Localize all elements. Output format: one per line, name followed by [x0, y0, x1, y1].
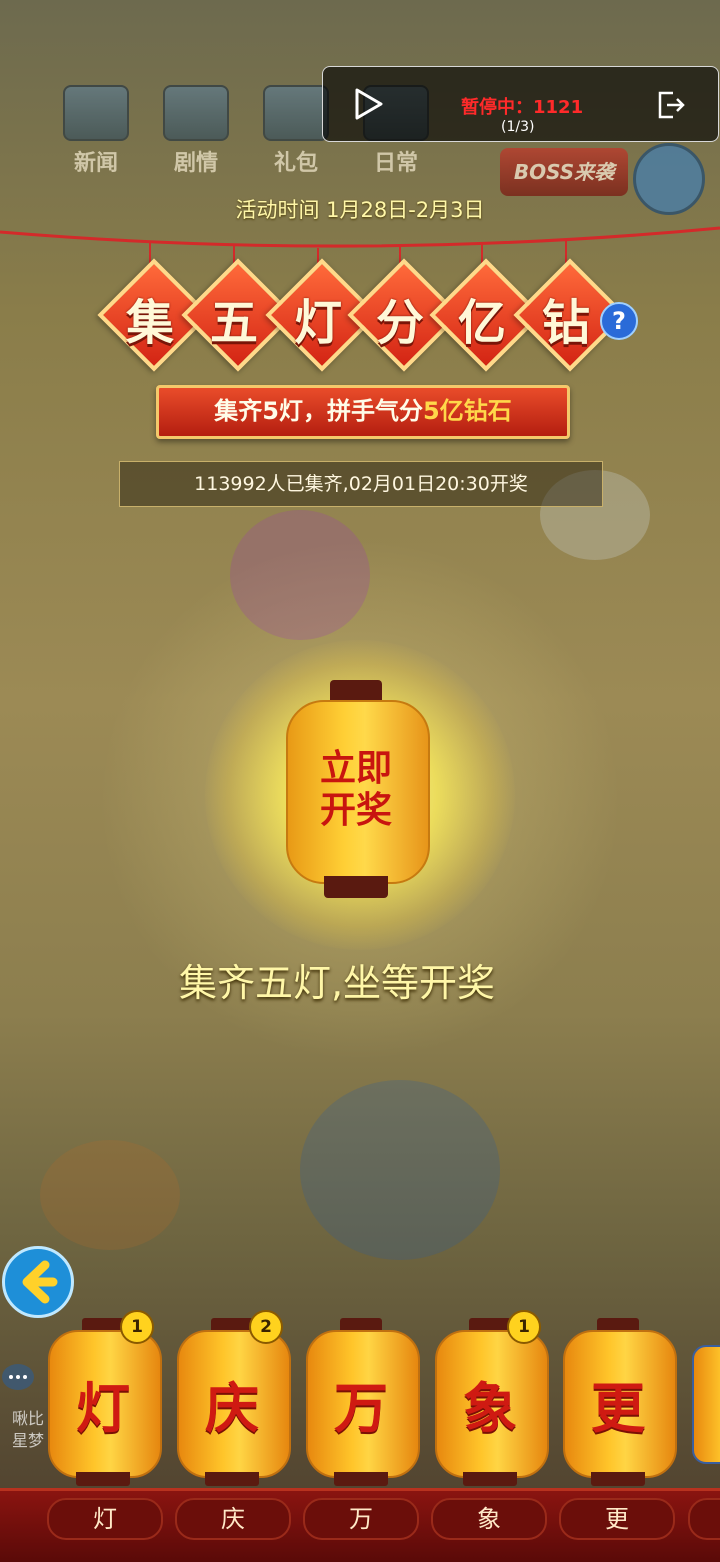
- lantern-label-partial: [688, 1498, 720, 1540]
- lantern-label: 万: [303, 1498, 419, 1540]
- event-title: 集 五 灯 分 亿 钻: [97, 258, 627, 375]
- count-badge: 1: [120, 1310, 154, 1344]
- pause-status: 暂停中：1121: [461, 97, 584, 118]
- lantern-geng[interactable]: 更: [563, 1318, 677, 1488]
- count-badge: 2: [249, 1310, 283, 1344]
- lantern-char: 万: [334, 1377, 388, 1440]
- collected-count: 113992人已集齐,02月01日20:30开奖: [119, 461, 603, 507]
- prize-banner: 集齐5灯，拼手气分5亿钻石: [156, 385, 570, 439]
- title-char: 集: [97, 258, 211, 372]
- news-icon: [63, 85, 129, 141]
- draw-now-label: 立即 开奖: [319, 748, 392, 831]
- story-icon: [163, 85, 229, 141]
- lantern-xiang[interactable]: 象 1: [435, 1310, 549, 1488]
- page-indicator: (1/3): [501, 119, 535, 135]
- lantern-char: 象: [463, 1377, 517, 1440]
- lantern-label: 灯: [47, 1498, 163, 1540]
- draw-now-button[interactable]: 立即 开奖: [282, 680, 430, 914]
- scene-decoration: [40, 1140, 180, 1250]
- lantern-partial[interactable]: [692, 1345, 720, 1464]
- lantern-char: 庆: [205, 1377, 259, 1440]
- exit-icon[interactable]: [655, 89, 687, 121]
- title-char: 五: [181, 258, 295, 372]
- chat-icon[interactable]: [0, 1355, 42, 1405]
- title-char: 亿: [429, 258, 543, 372]
- lantern-label: 象: [431, 1498, 547, 1540]
- lantern-label: 庆: [175, 1498, 291, 1540]
- boss-button[interactable]: BOSS来袭: [500, 148, 628, 196]
- news-button[interactable]: 新闻: [60, 85, 132, 177]
- story-label: 剧情: [173, 151, 218, 176]
- title-char: 钻: [513, 258, 627, 372]
- back-icon[interactable]: [2, 1246, 74, 1318]
- side-chat-text: 啾比 星梦: [12, 1409, 45, 1450]
- gift-icon: [263, 85, 329, 141]
- daily-label: 日常: [373, 151, 418, 176]
- story-button[interactable]: 剧情: [160, 85, 232, 177]
- gift-label: 礼包: [273, 151, 318, 176]
- lantern-char: 更: [591, 1377, 645, 1440]
- play-icon[interactable]: [351, 87, 385, 121]
- banner-highlight: 5亿钻石: [423, 397, 512, 425]
- lantern-qing[interactable]: 庆 2: [177, 1310, 291, 1488]
- scene-decoration: [300, 1080, 500, 1260]
- lantern-wan[interactable]: 万: [306, 1318, 420, 1488]
- count-badge: 1: [507, 1310, 541, 1344]
- wait-message: 集齐五灯,坐等开奖: [178, 961, 496, 1005]
- banner-text: 集齐5灯，拼手气分: [214, 397, 423, 425]
- playback-overlay: 暂停中：1121 (1/3): [322, 66, 719, 142]
- help-icon[interactable]: ?: [600, 302, 638, 340]
- lantern-label: 更: [559, 1498, 675, 1540]
- lantern-char: 灯: [76, 1377, 130, 1440]
- lantern-deng[interactable]: 灯 1: [48, 1310, 162, 1488]
- news-label: 新闻: [73, 151, 118, 176]
- scene-decoration: [230, 510, 370, 640]
